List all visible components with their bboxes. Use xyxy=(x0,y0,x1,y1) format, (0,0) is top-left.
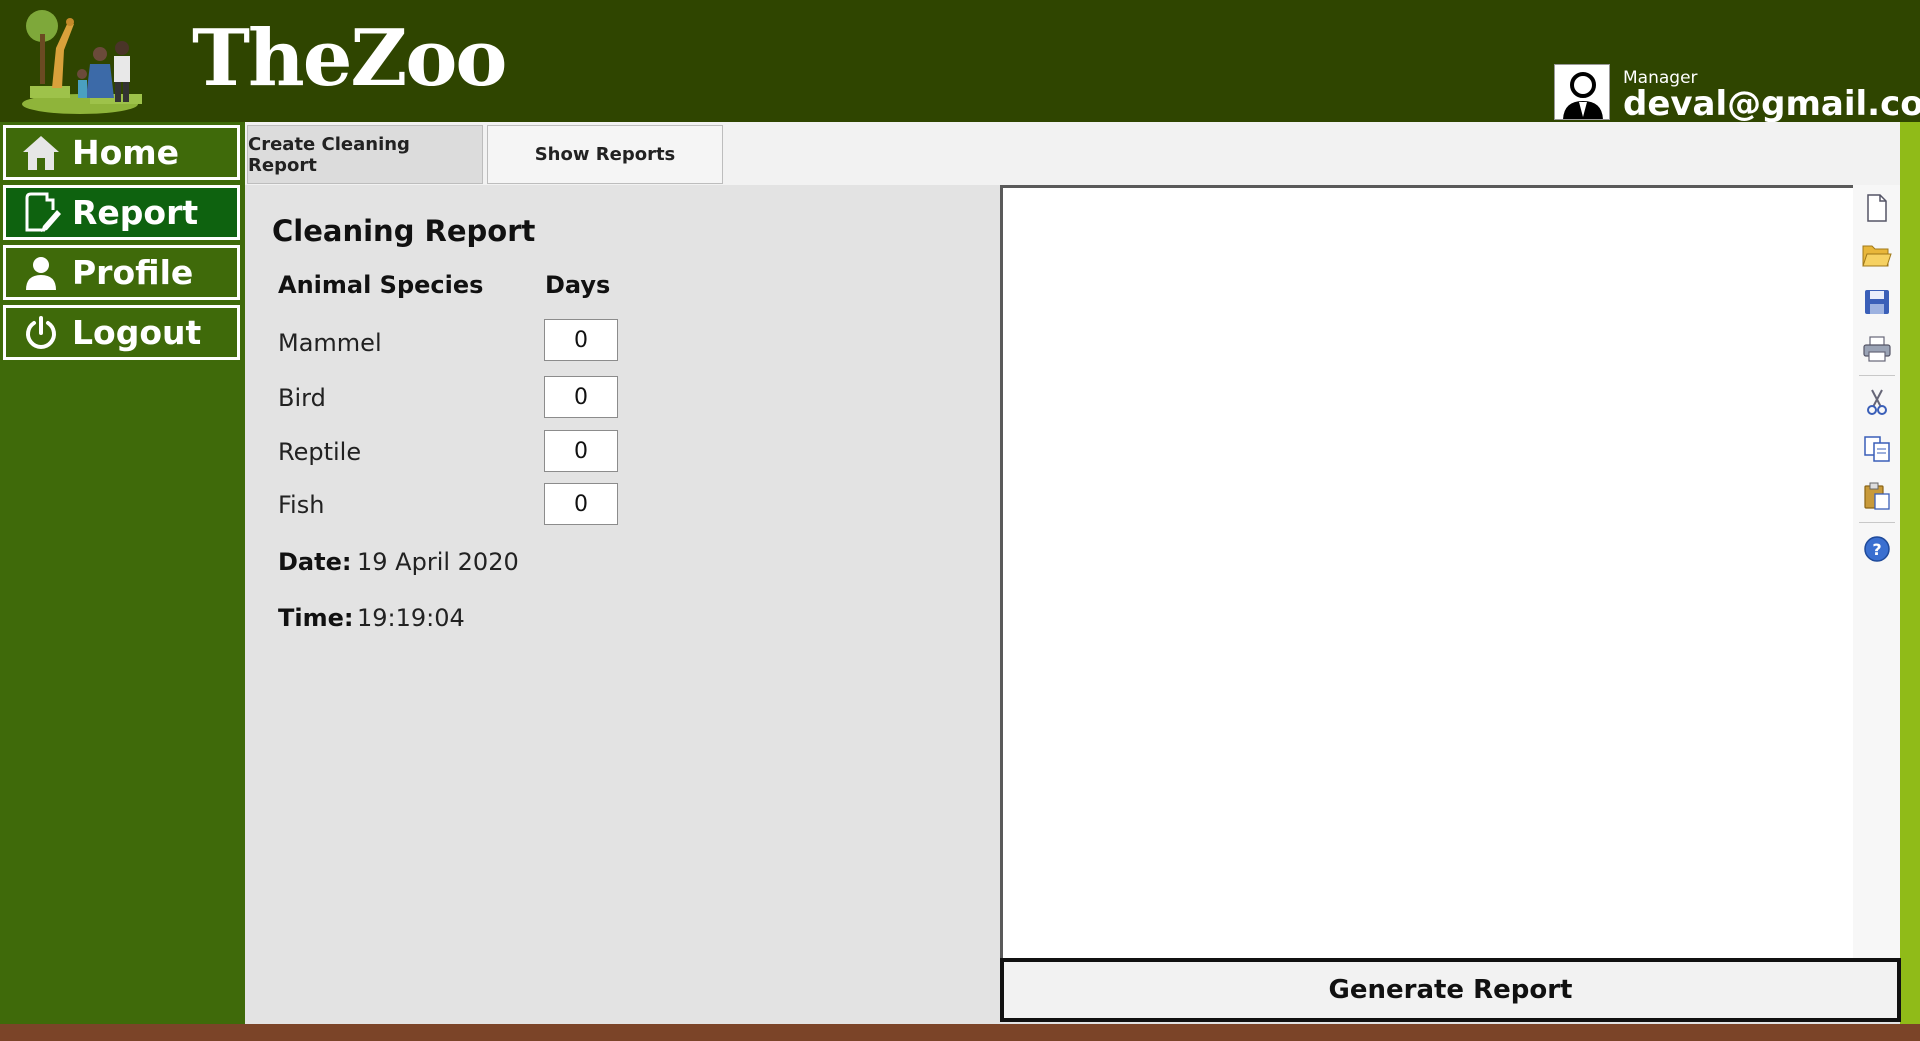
sidebar-item-home[interactable]: Home xyxy=(3,125,240,180)
sidebar-item-label: Profile xyxy=(72,253,194,292)
column-header-days: Days xyxy=(545,271,611,299)
species-label-bird: Bird xyxy=(278,384,326,412)
generate-report-button[interactable]: Generate Report xyxy=(1000,958,1901,1022)
time-label: Time: xyxy=(278,604,354,632)
cut-icon[interactable] xyxy=(1862,387,1892,417)
user-avatar[interactable] xyxy=(1554,64,1610,120)
report-toolbar: ? xyxy=(1853,185,1900,959)
days-input-mammel[interactable] xyxy=(544,319,618,361)
home-icon xyxy=(16,131,66,175)
edit-document-icon xyxy=(16,191,66,235)
tab-create-cleaning-report[interactable]: Create Cleaning Report xyxy=(247,125,483,184)
species-label-mammel: Mammel xyxy=(278,329,382,357)
sidebar-item-report[interactable]: Report xyxy=(3,185,240,240)
svg-text:?: ? xyxy=(1872,540,1881,559)
sidebar-item-profile[interactable]: Profile xyxy=(3,245,240,300)
form-title: Cleaning Report xyxy=(272,214,536,248)
toolbar-separator xyxy=(1859,522,1895,523)
sidebar: Home Report Profile Logout xyxy=(0,122,245,1024)
accent-stripe xyxy=(1900,122,1920,1024)
date-label: Date: xyxy=(278,548,352,576)
copy-icon[interactable] xyxy=(1862,434,1892,464)
footer-bar xyxy=(0,1024,1920,1041)
tab-strip: Create Cleaning Report Show Reports xyxy=(245,122,1900,185)
species-label-fish: Fish xyxy=(278,491,325,519)
column-header-species: Animal Species xyxy=(278,271,484,299)
open-folder-icon[interactable] xyxy=(1862,240,1892,270)
zoo-logo-image xyxy=(20,8,162,116)
tab-show-reports[interactable]: Show Reports xyxy=(487,125,723,184)
power-icon xyxy=(16,311,66,355)
toolbar-separator xyxy=(1859,375,1895,376)
user-icon xyxy=(16,251,66,295)
app-header: TheZoo Manager deval@gmail.com xyxy=(0,0,1920,124)
app-logo-title: TheZoo xyxy=(192,13,507,104)
user-email: deval@gmail.com xyxy=(1623,84,1920,124)
sidebar-item-label: Report xyxy=(72,193,199,232)
report-preview-area[interactable] xyxy=(1000,185,1853,959)
sidebar-item-logout[interactable]: Logout xyxy=(3,305,240,360)
cleaning-report-form: Cleaning Report Animal Species Days Mamm… xyxy=(245,185,1000,1024)
sidebar-item-label: Logout xyxy=(72,313,202,352)
sidebar-item-label: Home xyxy=(72,133,180,172)
time-value: 19:19:04 xyxy=(357,604,465,632)
species-label-reptile: Reptile xyxy=(278,438,362,466)
days-input-bird[interactable] xyxy=(544,376,618,418)
save-icon[interactable] xyxy=(1862,287,1892,317)
new-document-icon[interactable] xyxy=(1862,193,1892,223)
help-icon[interactable]: ? xyxy=(1862,534,1892,564)
days-input-reptile[interactable] xyxy=(544,430,618,472)
days-input-fish[interactable] xyxy=(544,483,618,525)
date-value: 19 April 2020 xyxy=(357,548,519,576)
paste-icon[interactable] xyxy=(1862,481,1892,511)
print-icon[interactable] xyxy=(1862,334,1892,364)
